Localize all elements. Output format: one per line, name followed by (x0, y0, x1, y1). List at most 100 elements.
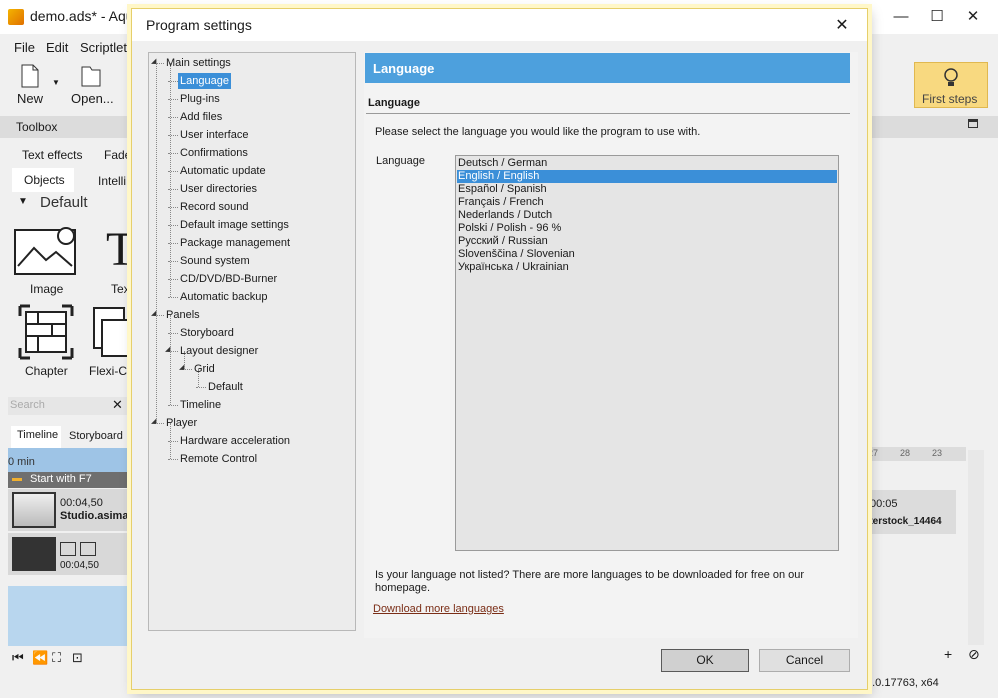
search-placeholder: Search (10, 399, 45, 411)
tree-item-hardware-acceleration[interactable]: Hardware acceleration (178, 433, 292, 449)
dialog-close-icon[interactable]: ✕ (832, 15, 852, 35)
start-marker-label: Start with F7 (30, 473, 92, 485)
ruler-tick-2: 28 (900, 448, 911, 458)
tree-item-grid[interactable]: Grid (192, 361, 217, 377)
panel-restore-icon[interactable] (968, 119, 978, 128)
tab-storyboard[interactable]: Storyboard (69, 430, 123, 442)
prev-frame-icon[interactable]: ⏪ (32, 650, 48, 666)
tree-item-record-sound[interactable]: Record sound (178, 199, 251, 215)
first-frame-icon[interactable]: ⏮ (12, 650, 24, 666)
close-window-icon[interactable]: ✕ (958, 6, 988, 28)
language-option[interactable]: Français / French (457, 196, 837, 209)
tree-item-default-image-settings[interactable]: Default image settings (178, 217, 291, 233)
language-option[interactable]: Русский / Russian (457, 235, 837, 248)
open-button[interactable]: Open... (71, 91, 114, 106)
tree-item-plug-ins[interactable]: Plug-ins (178, 91, 222, 107)
tree-item-panels[interactable]: Panels (164, 307, 202, 323)
right-timeline-track[interactable] (866, 490, 956, 534)
toolbox-label: Toolbox (16, 120, 58, 134)
tree-item-automatic-update[interactable]: Automatic update (178, 163, 268, 179)
language-option[interactable]: English / English (457, 170, 837, 183)
start-marker-icon (12, 478, 22, 481)
tree-item-main-settings[interactable]: Main settings (164, 55, 233, 71)
tree-item-add-files[interactable]: Add files (178, 109, 224, 125)
menu-file[interactable]: File (14, 40, 35, 55)
status-version: 0.0.17763, x64 (866, 677, 939, 689)
track1-time: 00:04,50 (60, 497, 103, 509)
language-option[interactable]: Nederlands / Dutch (457, 209, 837, 222)
ruler-tick-3: 23 (932, 448, 943, 458)
new-dropdown-icon[interactable]: ▼ (52, 78, 60, 87)
open-folder-icon[interactable] (80, 64, 102, 88)
language-header-bar (365, 53, 850, 83)
tree-item-default[interactable]: Default (206, 379, 245, 395)
tree-connector (170, 63, 171, 297)
tree-item-layout-designer[interactable]: Layout designer (178, 343, 260, 359)
new-button[interactable]: New (17, 91, 43, 106)
tree-connector (170, 315, 171, 405)
download-languages-link[interactable]: Download more languages (373, 603, 504, 615)
language-option[interactable]: Slovenščina / Slovenian (457, 248, 837, 261)
tree-item-user-interface[interactable]: User interface (178, 127, 250, 143)
tool-text-label: Text (111, 282, 134, 296)
zoom-in-icon[interactable]: + (944, 646, 952, 662)
tab-timeline[interactable]: Timeline (17, 429, 58, 441)
track2-thumbnail (12, 537, 56, 571)
tree-item-package-management[interactable]: Package management (178, 235, 292, 251)
tree-connector (168, 405, 178, 406)
track1-thumbnail (12, 492, 56, 528)
tool-chapter-label: Chapter (25, 364, 68, 378)
maximize-icon[interactable]: ☐ (922, 6, 952, 28)
tree-item-timeline[interactable]: Timeline (178, 397, 223, 413)
language-field-label: Language (376, 155, 425, 167)
tree-item-language[interactable]: Language (178, 73, 231, 89)
tab-objects[interactable]: Objects (24, 173, 65, 187)
language-option[interactable]: Polski / Polish - 96 % (457, 222, 837, 235)
language-listbox[interactable]: Deutsch / German English / English Español… (455, 155, 839, 551)
language-option[interactable]: Español / Spanish (457, 183, 837, 196)
clear-search-icon[interactable]: ✕ (112, 397, 123, 413)
minimize-icon[interactable]: — (886, 6, 916, 28)
tree-item-cd-dvd-bd-burner[interactable]: CD/DVD/BD-Burner (178, 271, 279, 287)
tree-item-confirmations[interactable]: Confirmations (178, 145, 250, 161)
language-option[interactable]: Deutsch / German (457, 157, 837, 170)
tree-connector (196, 387, 206, 388)
audio-track-area (8, 586, 132, 646)
menu-scriptlets[interactable]: Scriptlets (80, 40, 133, 55)
tree-item-sound-system[interactable]: Sound system (178, 253, 252, 269)
dialog-title: Program settings (146, 17, 252, 33)
app-title: demo.ads* - Aqu (30, 8, 134, 24)
chapter-icon[interactable] (18, 304, 74, 360)
menu-edit[interactable]: Edit (46, 40, 68, 55)
fit-icon[interactable]: ⛶ (52, 650, 61, 666)
tree-item-automatic-backup[interactable]: Automatic backup (178, 289, 269, 305)
collapse-icon[interactable]: ▼ (18, 196, 28, 207)
new-file-icon[interactable] (20, 64, 40, 88)
cancel-button[interactable]: Cancel (759, 649, 850, 672)
zoom-tool-icon[interactable]: ⊘ (968, 646, 980, 663)
track2-effect-icon[interactable] (60, 542, 76, 556)
tree-item-remote-control[interactable]: Remote Control (178, 451, 259, 467)
tab-text-effects[interactable]: Text effects (22, 148, 82, 162)
track2-time: 00:04,50 (60, 560, 99, 571)
section-label: Language (368, 97, 420, 109)
tree-connector (156, 63, 157, 423)
flexi-collage-icon[interactable] (92, 304, 132, 360)
tab-intelligent[interactable]: Intelli (98, 174, 126, 188)
trim-icon[interactable]: ⊡ (72, 650, 83, 666)
right-ruler (866, 447, 966, 461)
tree-item-player[interactable]: Player (164, 415, 199, 431)
track2-text-icon[interactable] (80, 542, 96, 556)
image-icon[interactable] (14, 226, 78, 276)
default-group-label: Default (40, 194, 88, 211)
right-scrollbar[interactable] (968, 450, 984, 645)
tool-image-label: Image (30, 282, 64, 296)
language-note: Is your language not listed? There are m… (375, 569, 805, 594)
first-steps-label: First steps (922, 92, 978, 106)
tree-item-user-directories[interactable]: User directories (178, 181, 259, 197)
ok-button[interactable]: OK (661, 649, 749, 672)
right-track-time: 00:05 (870, 498, 898, 510)
language-option[interactable]: Українська / Ukrainian (457, 261, 837, 274)
right-panel-header (866, 116, 998, 138)
tree-item-storyboard[interactable]: Storyboard (178, 325, 236, 341)
